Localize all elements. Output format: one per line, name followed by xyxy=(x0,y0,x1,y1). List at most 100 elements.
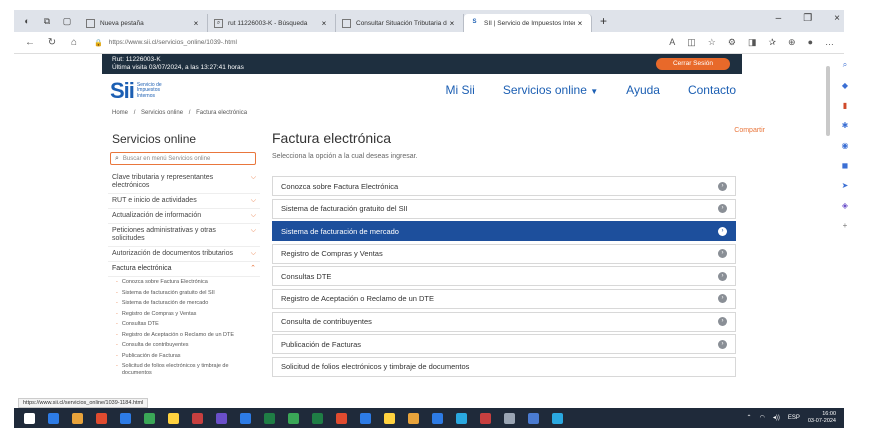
bing-icon[interactable]: ➤ xyxy=(842,181,849,190)
volume-icon[interactable]: ◂)) xyxy=(773,414,780,421)
sidebar-search-input[interactable]: ⌕ Buscar en menú Servicios online xyxy=(110,152,256,165)
taskbar-app-icon[interactable] xyxy=(384,412,395,424)
add-icon[interactable]: + xyxy=(843,221,848,230)
sidebar-item-factura-electronica[interactable]: Factura electrónica ⌃ xyxy=(108,262,260,277)
option-item[interactable]: Consulta de contribuyentes › xyxy=(272,311,736,332)
share-link[interactable]: Compartir xyxy=(734,127,765,134)
office-icon[interactable]: ◈ xyxy=(842,201,848,210)
taskbar-app-icon[interactable] xyxy=(144,412,155,424)
collections-icon[interactable]: ⊕ xyxy=(788,37,796,48)
menu-ayuda[interactable]: Ayuda xyxy=(626,83,660,97)
sidebar-subitem[interactable]: - Conozca sobre Factura Electrónica xyxy=(108,277,260,288)
search-icon[interactable]: ⌕ xyxy=(843,60,847,70)
option-item[interactable]: Sistema de facturación gratuito del SII › xyxy=(272,198,736,219)
taskbar-app-icon[interactable] xyxy=(192,412,203,424)
browser-tab-active[interactable]: S SII | Servicio de Impuestos Intern × xyxy=(464,14,592,32)
close-window-icon[interactable]: × xyxy=(834,13,840,24)
breadcrumb-home[interactable]: Home xyxy=(112,110,128,116)
favorite-star-icon[interactable]: ☆ xyxy=(708,37,716,48)
taskbar-app-icon[interactable] xyxy=(480,412,491,424)
option-item[interactable]: Solicitud de folios electrónicos y timbr… xyxy=(272,356,736,377)
vertical-tabs-icon[interactable]: ▢ xyxy=(60,14,74,28)
tab-collections-icon[interactable]: ◨ xyxy=(748,37,757,48)
sidebar-item[interactable]: Peticiones administrativas y otras solic… xyxy=(108,224,260,247)
refresh-icon[interactable]: ↻ xyxy=(44,37,60,48)
sidebar-item[interactable]: Autorización de documentos tributarios ⌵ xyxy=(108,247,260,262)
taskbar-app-icon[interactable] xyxy=(48,412,59,424)
browser-tab[interactable]: ⌕ rut 11226003-K - Búsqueda × xyxy=(208,14,336,32)
favorites-icon[interactable]: ✰ xyxy=(768,37,776,48)
taskbar-app-icon[interactable] xyxy=(312,412,323,424)
browser-tab[interactable]: Nueva pestaña × xyxy=(80,14,208,32)
restore-icon[interactable]: ❐ xyxy=(803,13,812,24)
close-tab-icon[interactable]: × xyxy=(191,19,201,28)
home-icon[interactable]: ⌂ xyxy=(66,37,82,48)
taskbar-app-icon[interactable] xyxy=(168,412,179,424)
pin-icon[interactable]: ◆ xyxy=(842,81,848,90)
option-item[interactable]: Registro de Aceptación o Reclamo de un D… xyxy=(272,288,736,309)
option-item[interactable]: Conozca sobre Factura Electrónica › xyxy=(272,176,736,196)
taskbar-app-icon[interactable] xyxy=(504,412,515,424)
browser-tab[interactable]: Consultar Situación Tributaria de × xyxy=(336,14,464,32)
menu-contacto[interactable]: Contacto xyxy=(688,83,736,97)
tab-actions-icon[interactable]: ⧉ xyxy=(40,14,54,28)
taskbar-app-icon[interactable] xyxy=(240,412,251,424)
lock-icon[interactable]: 🔒 xyxy=(94,39,103,47)
sidebar-subitem[interactable]: - Sistema de facturación gratuito del SII xyxy=(108,288,260,299)
taskbar-app-icon[interactable] xyxy=(336,412,347,424)
shopping-icon[interactable]: ▮ xyxy=(843,101,847,110)
sidebar-subitem[interactable]: - Publicación de Facturas xyxy=(108,351,260,362)
scrollbar-thumb[interactable] xyxy=(826,66,830,136)
clock[interactable]: 16:00 03-07-2024 xyxy=(808,411,836,424)
sidebar-subitem[interactable]: - Consulta de contribuyentes xyxy=(108,340,260,351)
read-aloud-icon[interactable]: A xyxy=(669,37,675,48)
url-field[interactable]: 🔒 https://www.sii.cl/servicios_online/10… xyxy=(94,39,669,47)
new-tab-button[interactable]: + xyxy=(600,14,607,28)
network-icon[interactable]: ◠ xyxy=(760,414,765,421)
close-tab-icon[interactable]: × xyxy=(575,19,585,28)
tools-icon[interactable]: ✱ xyxy=(842,121,849,130)
split-screen-icon[interactable]: ◫ xyxy=(687,37,696,48)
chevron-up-icon[interactable]: ⌃ xyxy=(747,414,752,421)
sidebar-item[interactable]: Clave tributaria y representantes electr… xyxy=(108,171,260,194)
taskbar-app-icon[interactable] xyxy=(72,412,83,424)
sidebar-item[interactable]: RUT e inicio de actividades ⌵ xyxy=(108,194,260,209)
taskbar-app-icon[interactable] xyxy=(432,412,443,424)
profile-icon[interactable]: ◐ xyxy=(20,14,34,28)
outlook-icon[interactable]: ◼ xyxy=(842,161,849,170)
sii-logo[interactable]: Sii Servicio de Impuestos Internos xyxy=(110,80,162,102)
option-item[interactable]: Consultas DTE › xyxy=(272,266,736,287)
language-indicator[interactable]: ESP xyxy=(788,415,800,421)
sidebar-subitem[interactable]: - Registro de Aceptación o Reclamo de un … xyxy=(108,330,260,341)
taskbar-app-icon[interactable] xyxy=(360,412,371,424)
taskbar-app-icon[interactable] xyxy=(96,412,107,424)
menu-mi-sii[interactable]: Mi Sii xyxy=(446,83,475,97)
profile-avatar-icon[interactable]: ● xyxy=(808,37,813,48)
extensions-icon[interactable]: ⚙ xyxy=(728,37,736,48)
close-tab-icon[interactable]: × xyxy=(319,19,329,28)
taskbar-app-icon[interactable] xyxy=(528,412,539,424)
option-item-selected[interactable]: Sistema de facturación de mercado › xyxy=(272,221,736,242)
sidebar-subitem[interactable]: - Solicitud de folios electrónicos y timb… xyxy=(108,361,260,378)
taskbar-app-icon[interactable] xyxy=(552,412,563,424)
logout-button[interactable]: Cerrar Sesión xyxy=(656,58,730,70)
taskbar-app-icon[interactable] xyxy=(408,412,419,424)
sidebar-subitem[interactable]: - Consultas DTE xyxy=(108,319,260,330)
sidebar-subitem[interactable]: - Sistema de facturación de mercado xyxy=(108,298,260,309)
option-item[interactable]: Publicación de Facturas › xyxy=(272,334,736,355)
close-tab-icon[interactable]: × xyxy=(447,19,457,28)
option-item[interactable]: Registro de Compras y Ventas › xyxy=(272,243,736,264)
sidebar-subitem[interactable]: - Registro de Compras y Ventas xyxy=(108,309,260,320)
games-icon[interactable]: ◉ xyxy=(842,141,849,150)
taskbar-app-icon[interactable] xyxy=(456,412,467,424)
menu-servicios-online[interactable]: Servicios online ▼ xyxy=(503,83,598,97)
breadcrumb-servicios-online[interactable]: Servicios online xyxy=(141,110,183,116)
taskbar-app-icon[interactable] xyxy=(120,412,131,424)
minimize-icon[interactable]: – xyxy=(776,13,782,24)
taskbar-app-icon[interactable] xyxy=(216,412,227,424)
page-scrollbar[interactable] xyxy=(825,60,831,350)
sidebar-item[interactable]: Actualización de información ⌵ xyxy=(108,209,260,224)
back-arrow-icon[interactable]: ← xyxy=(22,37,38,48)
start-icon[interactable] xyxy=(24,412,35,424)
taskbar-app-icon[interactable] xyxy=(264,412,275,424)
